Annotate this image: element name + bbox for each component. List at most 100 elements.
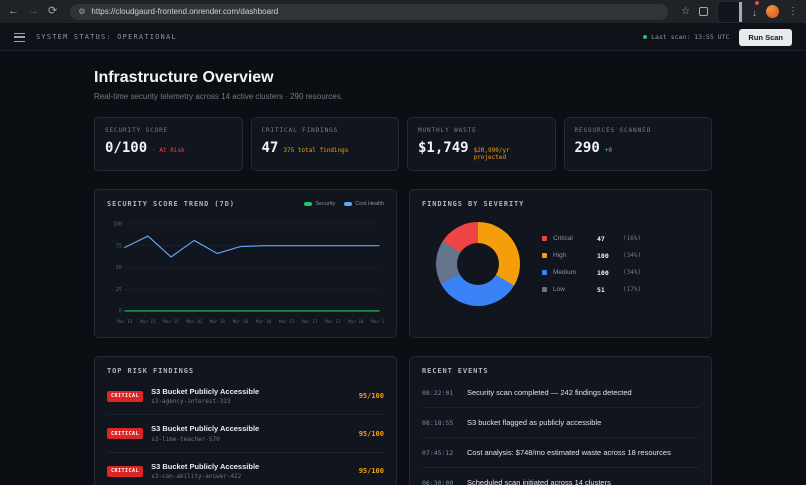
- finding-title: S3 Bucket Publicly Accessible: [151, 461, 260, 471]
- stat-card-resources-scanned: RESOURCES SCANNED 290 +0: [563, 117, 712, 171]
- risk-score: 95/100: [358, 429, 384, 438]
- profile-avatar[interactable]: [766, 5, 779, 18]
- forward-icon[interactable]: →: [28, 6, 39, 17]
- severity-pct: (17%): [623, 286, 642, 293]
- svg-text:75: 75: [116, 243, 122, 249]
- finding-resource: s3-can-ability-answer-422: [151, 473, 242, 481]
- reload-icon[interactable]: ⟳: [48, 6, 57, 17]
- run-scan-button[interactable]: Run Scan: [739, 28, 792, 46]
- site-info-icon[interactable]: ⚙: [78, 7, 85, 16]
- stat-value: 290: [574, 140, 600, 156]
- dashboard-content: Infrastructure Overview Real-time securi…: [94, 51, 712, 485]
- svg-text:Mar 17: Mar 17: [302, 319, 318, 325]
- panel-title: RECENT EVENTS: [422, 366, 489, 375]
- charts-row: SECURITY SCORE TREND (7D) Security Cost …: [94, 189, 712, 338]
- severity-label: Low: [553, 286, 565, 293]
- finding-resource: s3-lime-teacher-570: [151, 435, 220, 443]
- event-time: 06:30:00: [422, 478, 454, 485]
- event-row: 06:30:00 Scheduled scan initiated across…: [422, 468, 699, 485]
- severity-swatch-icon: [542, 236, 547, 241]
- risk-score: 95/100: [358, 467, 384, 476]
- svg-text:25: 25: [116, 287, 122, 293]
- severity-label: High: [553, 252, 567, 259]
- back-icon[interactable]: ←: [8, 6, 19, 17]
- browser-toolbar: ← → ⟳ ⚙ https://cloudgaurd-frontend.onre…: [0, 0, 806, 24]
- severity-donut: [436, 222, 520, 306]
- severity-pct: (16%): [623, 235, 642, 242]
- recent-events-panel: RECENT EVENTS 08:22:01 Security scan com…: [409, 355, 712, 485]
- svg-text:Mar 18: Mar 18: [348, 319, 364, 325]
- risk-finding-row[interactable]: CRITICAL S3 Bucket Publicly Accessible s…: [107, 378, 384, 416]
- stat-sub: 375 total findings: [283, 147, 349, 154]
- svg-text:Mar 18: Mar 18: [371, 319, 384, 325]
- severity-badge: CRITICAL: [107, 390, 144, 402]
- stat-value: $1,749: [418, 140, 469, 156]
- stat-value: 47: [261, 140, 279, 156]
- event-text: S3 bucket flagged as publicly accessible: [467, 417, 602, 427]
- last-scan-label: Last scan: 13:55 UTC: [651, 33, 730, 41]
- status-dot-icon: [643, 35, 648, 39]
- event-text: Security scan completed — 242 findings d…: [467, 387, 632, 397]
- risk-finding-row[interactable]: CRITICAL S3 Bucket Publicly Accessible s…: [107, 415, 384, 453]
- svg-text:Mar 16: Mar 16: [210, 319, 226, 325]
- browser-menu-icon[interactable]: ⋮: [788, 6, 798, 17]
- svg-text:Mar 15: Mar 15: [117, 319, 133, 325]
- side-panel-icon[interactable]: [717, 0, 743, 23]
- last-scan-status: Last scan: 13:55 UTC: [643, 33, 729, 41]
- extensions-icon[interactable]: [699, 7, 708, 16]
- svg-text:Mar 15: Mar 15: [140, 319, 156, 325]
- event-row: 08:22:01 Security scan completed — 242 f…: [422, 378, 699, 408]
- severity-value: 51: [597, 285, 605, 294]
- trend-legend: Security Cost Health: [304, 201, 384, 207]
- severity-swatch-icon: [542, 253, 547, 258]
- finding-title: S3 Bucket Publicly Accessible: [151, 386, 260, 396]
- bookmark-star-icon[interactable]: ☆: [681, 6, 690, 17]
- svg-text:Mar 16: Mar 16: [186, 319, 202, 325]
- top-risk-panel: TOP RISK FINDINGS CRITICAL S3 Bucket Pub…: [94, 355, 397, 485]
- download-arrow-icon: ↓: [752, 7, 757, 19]
- stat-value: 0/100: [105, 140, 148, 156]
- severity-legend-row: High 100 (34%): [542, 252, 641, 260]
- severity-badge: CRITICAL: [107, 428, 144, 440]
- severity-legend-row: Medium 100 (34%): [542, 269, 641, 277]
- app-topbar: SYSTEM STATUS: OPERATIONAL Last scan: 13…: [0, 24, 806, 51]
- severity-label: Critical: [553, 235, 573, 242]
- event-row: 07:45:12 Cost analysis: $748/mo estimate…: [422, 438, 699, 468]
- downloads-icon[interactable]: ↓: [752, 0, 759, 21]
- event-text: Cost analysis: $748/mo estimated waste a…: [467, 447, 671, 457]
- severity-pct: (34%): [623, 269, 642, 276]
- system-status-label: SYSTEM STATUS: OPERATIONAL: [36, 33, 177, 41]
- legend-dot-icon: [304, 202, 313, 206]
- stat-label: MONTHLY WASTE: [418, 127, 477, 134]
- event-text: Scheduled scan initiated across 14 clust…: [467, 477, 611, 485]
- legend-label: Security: [315, 201, 336, 207]
- stat-card-monthly-waste: MONTHLY WASTE $1,749 $20,990/yr projecte…: [407, 117, 556, 171]
- legend-item-cost-health: Cost Health: [344, 201, 384, 207]
- address-bar[interactable]: ⚙ https://cloudgaurd-frontend.onrender.c…: [70, 3, 669, 20]
- risk-finding-row[interactable]: CRITICAL S3 Bucket Publicly Accessible s…: [107, 453, 384, 485]
- stat-sub: · At Risk: [152, 147, 185, 154]
- stat-sub: $20,990/yr projected: [473, 147, 510, 161]
- page-subtitle: Real-time security telemetry across 14 a…: [94, 92, 343, 101]
- security-trend-panel: SECURITY SCORE TREND (7D) Security Cost …: [94, 189, 397, 338]
- severity-label: Medium: [553, 269, 577, 276]
- svg-text:Mar 17: Mar 17: [279, 319, 295, 325]
- legend-dot-icon: [344, 202, 353, 206]
- risk-score: 95/100: [358, 392, 384, 401]
- severity-value: 100: [597, 268, 609, 277]
- severity-swatch-icon: [542, 287, 547, 292]
- svg-text:Mar 16: Mar 16: [233, 319, 249, 325]
- event-time: 07:45:12: [422, 448, 454, 457]
- severity-legend-row: Low 51 (17%): [542, 286, 641, 294]
- severity-pct: (34%): [623, 252, 642, 259]
- stat-sub: +0: [604, 147, 613, 154]
- panel-title: FINDINGS BY SEVERITY: [422, 200, 525, 208]
- svg-text:Mar 17: Mar 17: [325, 319, 341, 325]
- hamburger-menu-icon[interactable]: [14, 32, 25, 42]
- legend-label: Cost Health: [355, 201, 384, 207]
- svg-text:0: 0: [119, 309, 122, 315]
- page-title: Infrastructure Overview: [94, 69, 274, 86]
- severity-value: 100: [597, 251, 609, 260]
- panel-title: TOP RISK FINDINGS: [107, 366, 194, 375]
- finding-resource: s3-agency-interest-323: [151, 398, 231, 406]
